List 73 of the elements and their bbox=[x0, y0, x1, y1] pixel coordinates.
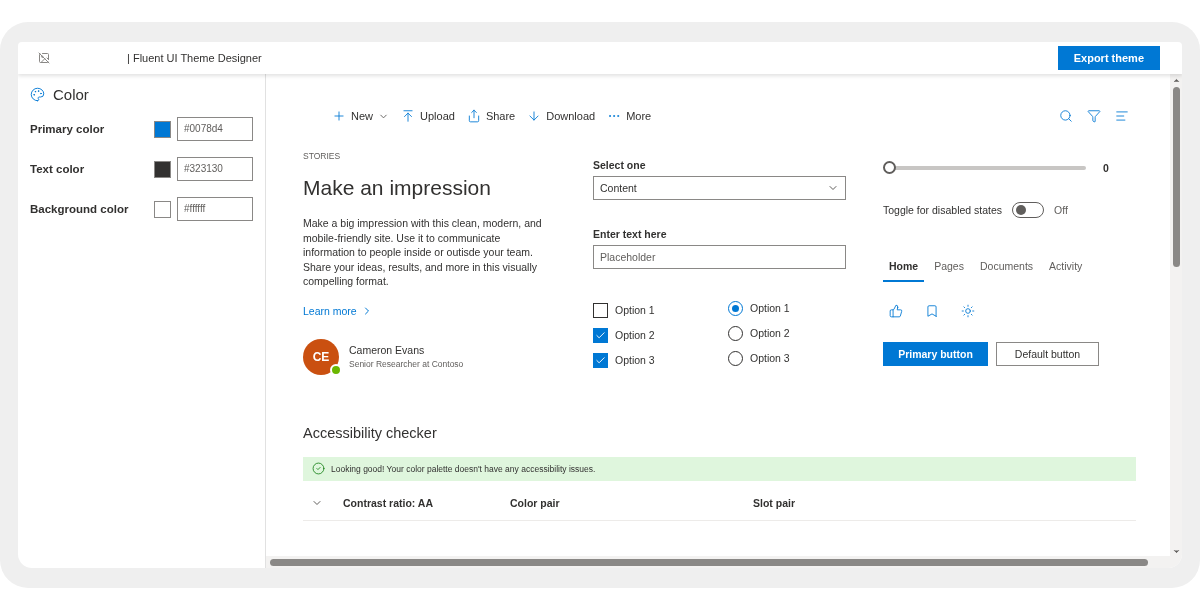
color-swatch[interactable] bbox=[154, 120, 171, 138]
scroll-thumb[interactable] bbox=[1172, 87, 1180, 267]
command-button[interactable]: More bbox=[601, 104, 658, 128]
thumbs-up-icon[interactable] bbox=[889, 304, 903, 318]
command-button[interactable]: Share bbox=[460, 104, 522, 128]
filter-icon bbox=[1087, 109, 1101, 123]
text-field[interactable]: Placeholder bbox=[593, 245, 846, 269]
field-label: Select one bbox=[593, 159, 647, 171]
share-icon bbox=[466, 109, 481, 123]
tab[interactable]: Home bbox=[883, 254, 925, 282]
color-label: Text color bbox=[30, 163, 86, 175]
eyebrow-text: STORIES bbox=[303, 151, 342, 161]
scroll-up-icon[interactable] bbox=[1171, 76, 1181, 85]
hex-field[interactable]: #ffffff bbox=[177, 197, 253, 221]
dropdown[interactable]: Content bbox=[593, 176, 846, 200]
person-role: Senior Researcher at Contoso bbox=[349, 359, 464, 369]
color-swatch[interactable] bbox=[154, 160, 171, 178]
app-title: | Fluent UI Theme Designer bbox=[127, 52, 263, 64]
section-heading: Accessibility checker bbox=[303, 424, 438, 441]
story-text: Make a big impression with this clean, modern, and mobile-friendly site. Use it to communicate information to people inside or outisde your team. Share your ideas, results, and more in this visually compelling format. bbox=[303, 216, 543, 289]
primary-button[interactable]: Primary button bbox=[883, 342, 988, 366]
plus-icon bbox=[332, 109, 346, 123]
slider-thumb[interactable] bbox=[883, 161, 896, 174]
avatar: CE bbox=[303, 338, 339, 375]
command-button[interactable]: Download bbox=[521, 104, 602, 128]
tab[interactable]: Documents bbox=[973, 254, 1040, 282]
sun-icon[interactable] bbox=[961, 304, 975, 318]
person-name: Cameron Evans bbox=[349, 344, 426, 356]
checkbox[interactable] bbox=[593, 302, 608, 318]
color-label: Background color bbox=[30, 203, 130, 215]
column-header: Color pair bbox=[510, 497, 561, 509]
tab[interactable]: Activity bbox=[1043, 254, 1089, 282]
slider-value: 0 bbox=[1103, 161, 1109, 174]
column-header: Contrast ratio: AA bbox=[343, 497, 435, 509]
scroll-down-icon[interactable] bbox=[1171, 547, 1181, 556]
command-button[interactable]: Upload bbox=[395, 104, 461, 128]
section-title: Color bbox=[53, 86, 89, 103]
checkbox-label: Option 1 bbox=[615, 304, 655, 316]
learn-more-link[interactable]: Learn more bbox=[303, 304, 373, 317]
export-button[interactable]: Export theme bbox=[1057, 46, 1160, 70]
checkbox-label: Option 3 bbox=[615, 354, 655, 366]
checkbox[interactable] bbox=[593, 352, 608, 368]
radio-label: Option 2 bbox=[750, 327, 790, 339]
broken-image-icon bbox=[38, 52, 50, 64]
check-circle-icon bbox=[312, 462, 325, 475]
hex-field[interactable]: #323130 bbox=[177, 157, 253, 181]
checkbox[interactable] bbox=[593, 327, 608, 343]
default-button[interactable]: Default button bbox=[996, 342, 1099, 366]
story-title: Make an impression bbox=[303, 176, 492, 200]
banner-message: Looking good! Your color palette doesn't have any accessibility issues. bbox=[331, 463, 596, 474]
scroll-thumb[interactable] bbox=[270, 558, 1148, 566]
search-icon bbox=[1059, 109, 1073, 123]
color-swatch[interactable] bbox=[154, 200, 171, 218]
field-label: Enter text here bbox=[593, 228, 668, 240]
hex-field[interactable]: #0078d4 bbox=[177, 117, 253, 141]
color-label: Primary color bbox=[30, 123, 106, 135]
bookmark-icon[interactable] bbox=[925, 304, 939, 318]
toggle-label: Toggle for disabled states bbox=[883, 204, 1003, 216]
vertical-scrollbar[interactable] bbox=[1170, 74, 1182, 556]
radio-label: Option 1 bbox=[750, 302, 790, 314]
tab[interactable]: Pages bbox=[928, 254, 970, 282]
radio-label: Option 3 bbox=[750, 352, 790, 364]
column-header: Slot pair bbox=[753, 497, 796, 509]
toggle-state: Off bbox=[1054, 204, 1068, 216]
horizontal-scrollbar[interactable] bbox=[266, 556, 1182, 568]
check-icon bbox=[595, 329, 606, 341]
toggle-switch[interactable] bbox=[1012, 202, 1045, 218]
palette-icon bbox=[30, 87, 45, 102]
command-button[interactable]: New bbox=[326, 104, 395, 128]
check-icon bbox=[595, 354, 606, 366]
lines-icon bbox=[1115, 109, 1129, 123]
upload-icon bbox=[401, 109, 415, 123]
checkbox-label: Option 2 bbox=[615, 329, 655, 341]
